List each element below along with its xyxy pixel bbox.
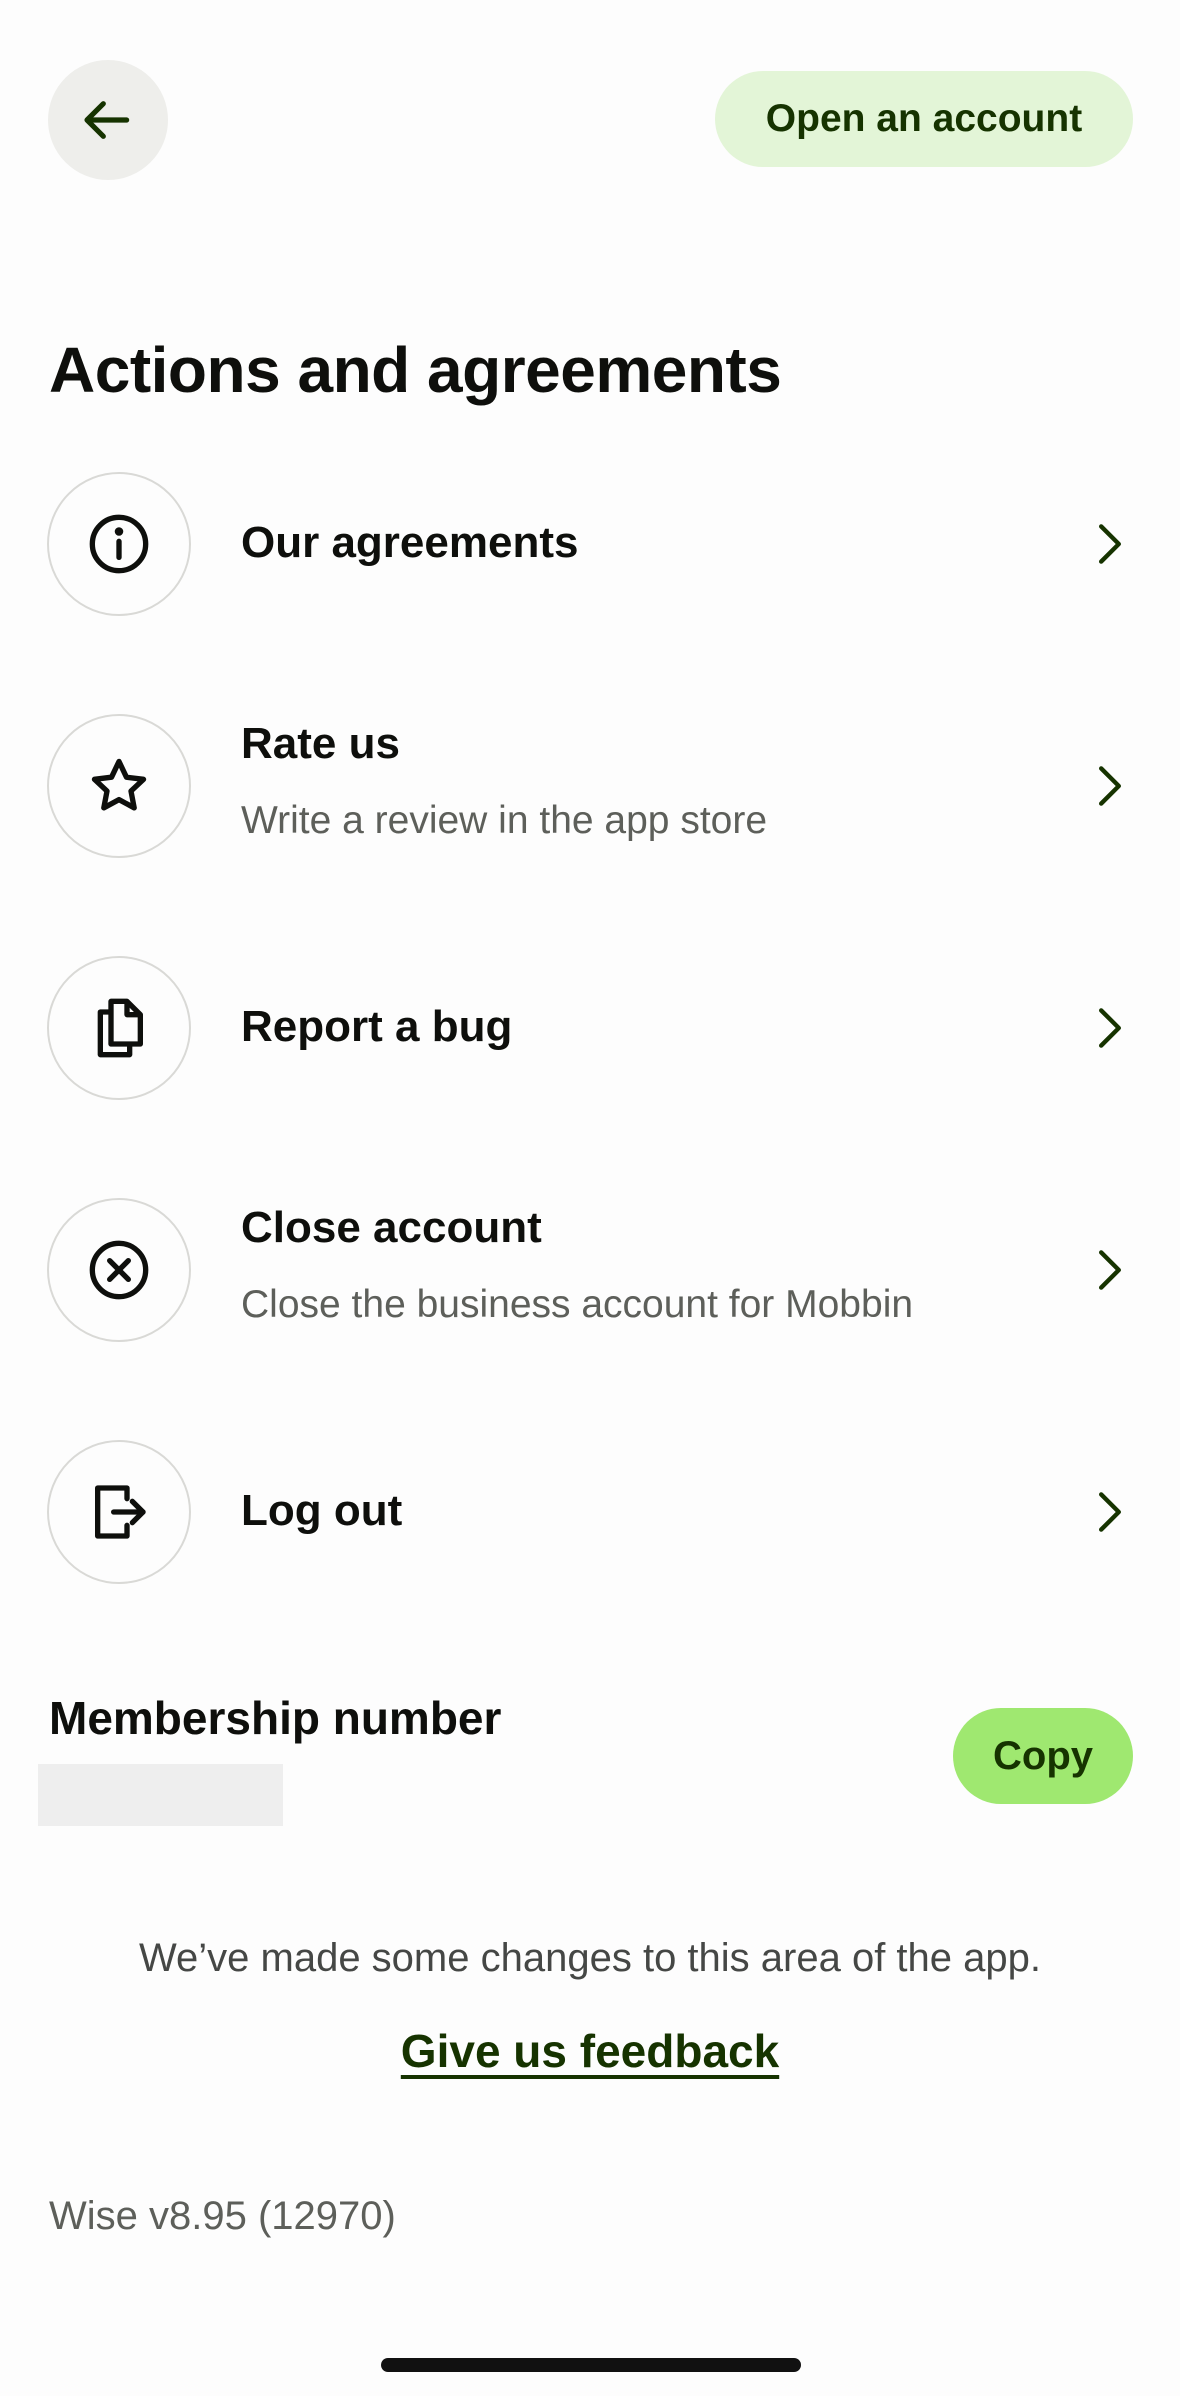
back-button[interactable] [48,60,168,180]
item-subtitle: Write a review in the app store [241,799,768,842]
item-title: Log out [241,1486,403,1535]
info-icon [89,514,149,574]
star-icon [91,758,147,811]
copy-button[interactable]: Copy [953,1708,1133,1804]
item-subtitle: Close the business account for Mobbin [241,1283,914,1326]
item-title: Close account [241,1203,542,1252]
item-icon-container [47,956,191,1100]
document-copy-icon [97,998,143,1058]
chevron-right-icon [1092,761,1128,811]
chevron-right-icon [1092,1003,1128,1053]
close-circle-icon [89,1240,149,1300]
open-account-button[interactable]: Open an account [715,71,1133,167]
page-title: Actions and agreements [49,334,782,406]
list-item-rate-us[interactable]: Rate us Write a review in the app store [0,714,1180,864]
membership-number-redacted [38,1764,283,1826]
chevron-right-icon [1092,1487,1128,1537]
item-icon-container [47,1198,191,1342]
item-title: Rate us [241,719,400,768]
item-icon-container [47,472,191,616]
changes-notice: We’ve made some changes to this area of … [138,1936,1041,1980]
list-item-close-account[interactable]: Close account Close the business account… [0,1198,1180,1348]
item-title: Report a bug [241,1002,513,1051]
item-title: Our agreements [241,518,579,567]
list-item-our-agreements[interactable]: Our agreements [0,472,1180,622]
item-icon-container [47,714,191,858]
logout-icon [95,1485,146,1539]
item-icon-container [47,1440,191,1584]
chevron-right-icon [1092,1245,1128,1295]
list-item-log-out[interactable]: Log out [0,1440,1180,1590]
home-indicator[interactable] [381,2358,801,2372]
give-feedback-link[interactable]: Give us feedback [0,2022,1180,2080]
list-item-report-a-bug[interactable]: Report a bug [0,956,1180,1106]
arrow-left-icon [84,101,130,139]
app-version: Wise v8.95 (12970) [49,2194,396,2238]
chevron-right-icon [1092,519,1128,569]
membership-number-label: Membership number [49,1692,502,1744]
